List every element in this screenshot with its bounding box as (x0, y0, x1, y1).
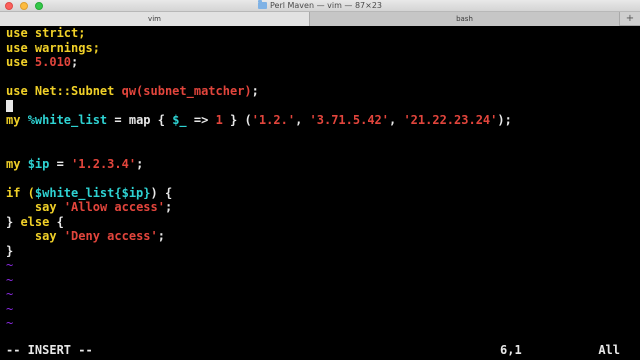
title-bar: Perl Maven — vim — 87×23 (0, 0, 640, 12)
tab-vim[interactable]: vim (0, 12, 310, 26)
code-line-4: use Net::Subnet qw(subnet_matcher); (6, 84, 259, 98)
vim-status-line: -- INSERT -- 6,1 All (0, 342, 640, 360)
empty-line-marker: ~ (6, 287, 14, 301)
code-line-3: use 5.010; (6, 55, 79, 69)
empty-line-marker: ~ (6, 272, 14, 287)
mode-indicator: -- INSERT -- (6, 343, 93, 357)
terminal-window: Perl Maven — vim — 87×23 vim bash + use … (0, 0, 640, 360)
vim-editor[interactable]: use strict; use warnings; use 5.010; use… (0, 26, 640, 342)
code-line-5 (6, 99, 13, 113)
code-line-1: use strict; (6, 26, 86, 40)
empty-line-marker: ~ (6, 301, 14, 316)
text-cursor (6, 99, 13, 112)
code-line-9: my $ip = '1.2.3.4'; (6, 156, 144, 171)
folder-icon (257, 0, 267, 9)
new-tab-button[interactable]: + (620, 12, 640, 26)
empty-line-marker: ~ (6, 258, 14, 272)
cursor-position: 6,1 (500, 343, 522, 357)
tab-bash[interactable]: bash (310, 12, 620, 26)
code-line-14: say 'Deny access'; (34, 229, 165, 243)
window-title: Perl Maven — vim — 87×23 (269, 1, 383, 10)
code-line-2: use warnings; (6, 40, 100, 55)
code-line-12: say 'Allow access'; (34, 200, 173, 214)
tab-bar: vim bash + (0, 12, 640, 26)
empty-line-marker: ~ (6, 316, 14, 330)
scroll-position: All (598, 343, 620, 357)
code-line-11: if ($white_list{$ip}) { (6, 185, 173, 200)
code-line-15: } (6, 243, 14, 258)
window-title-wrap: Perl Maven — vim — 87×23 (0, 0, 640, 12)
code-line-6: my %white_list = map { $_ => 1 } ('1.2.'… (6, 113, 512, 127)
code-line-13: } else { (6, 214, 64, 229)
